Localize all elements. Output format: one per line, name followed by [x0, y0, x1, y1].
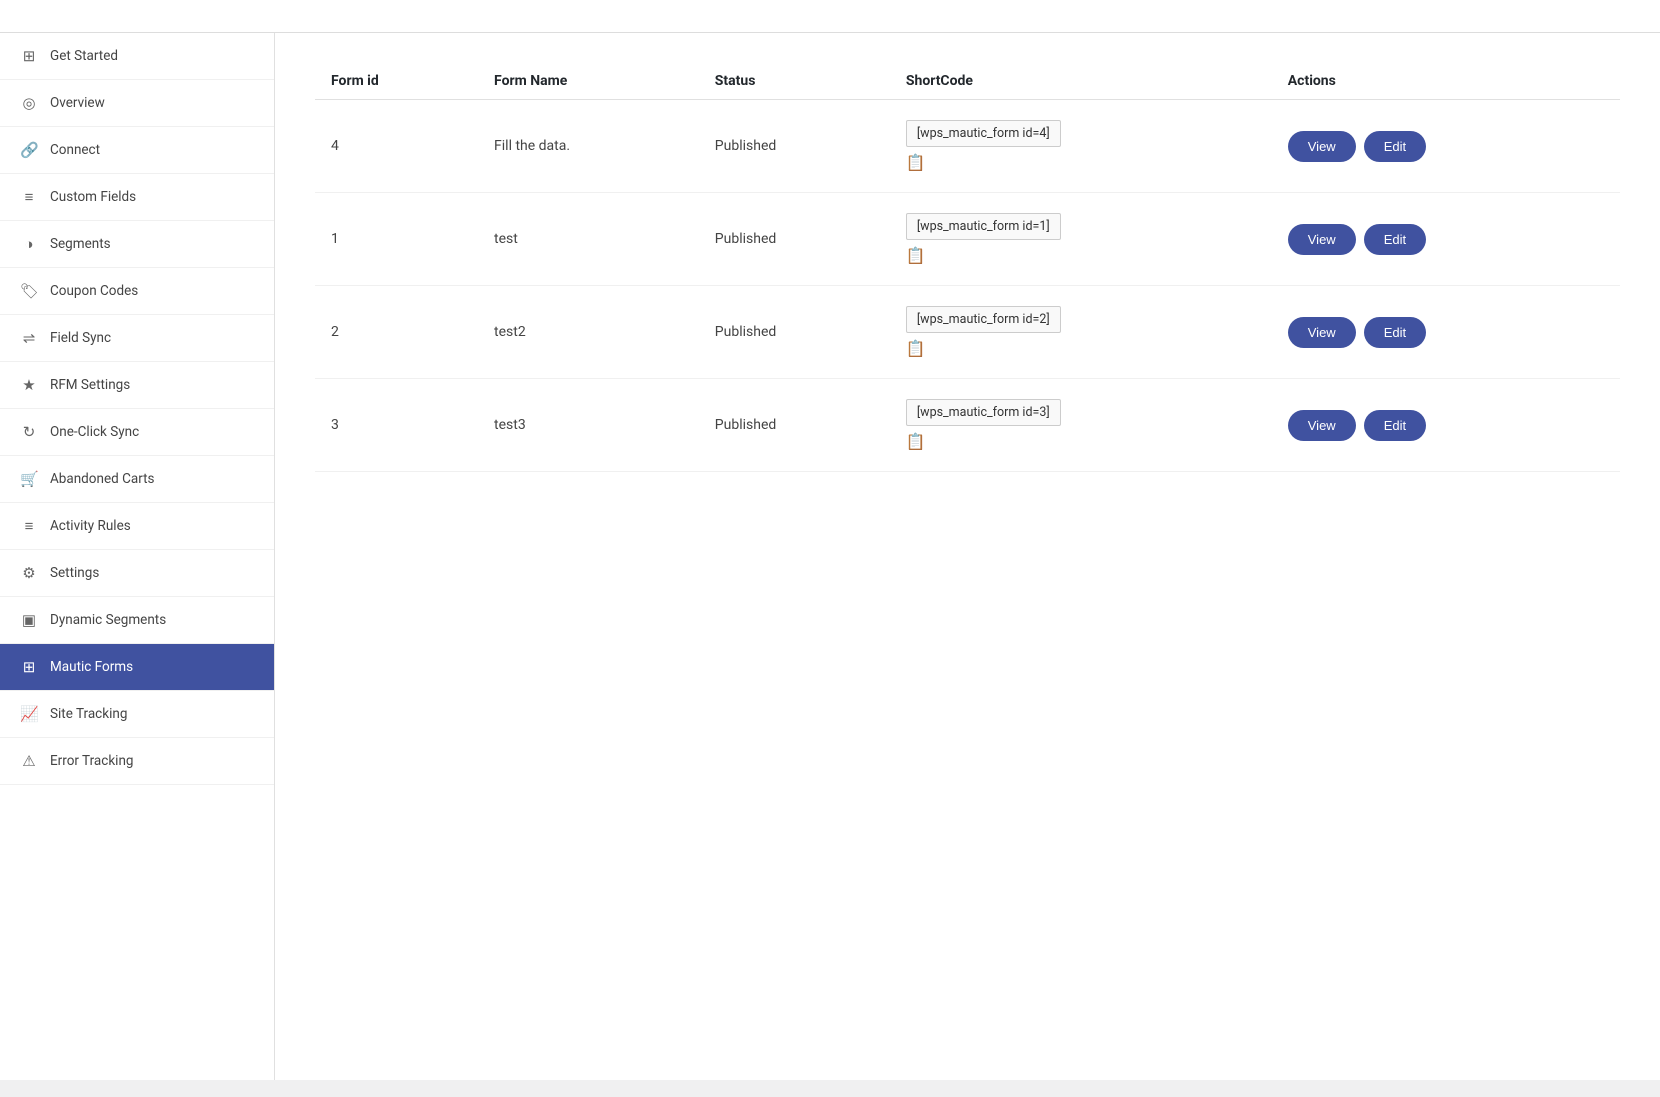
table-body: 4Fill the data.Published[wps_mautic_form… — [315, 100, 1620, 472]
table-row: 3test3Published [wps_mautic_form id=3] 📋 Vi… — [315, 379, 1620, 472]
sidebar-item-activity-rules[interactable]: ≡ Activity Rules — [0, 503, 274, 550]
col-header-shortcode: ShortCode — [890, 63, 1272, 100]
sidebar-label-one-click-sync: One-Click Sync — [50, 424, 139, 440]
sidebar-item-mautic-forms[interactable]: ⊞ Mautic Forms — [0, 644, 274, 691]
sidebar-label-segments: Segments — [50, 236, 111, 252]
sidebar-label-activity-rules: Activity Rules — [50, 518, 131, 534]
rfm-settings-icon: ★ — [20, 376, 38, 394]
form-status-cell: Published — [699, 286, 890, 379]
view-button[interactable]: View — [1288, 224, 1356, 255]
form-status-cell: Published — [699, 193, 890, 286]
site-tracking-icon: 📈 — [20, 705, 38, 723]
sidebar-item-one-click-sync[interactable]: ↻ One-Click Sync — [0, 409, 274, 456]
form-id-cell: 4 — [315, 100, 478, 193]
sidebar-item-connect[interactable]: 🔗 Connect — [0, 127, 274, 174]
sidebar-label-rfm-settings: RFM Settings — [50, 377, 130, 393]
custom-fields-icon: ≡ — [20, 188, 38, 206]
form-id-cell: 3 — [315, 379, 478, 472]
sidebar-label-coupon-codes: Coupon Codes — [50, 283, 138, 299]
view-button[interactable]: View — [1288, 131, 1356, 162]
sidebar-item-overview[interactable]: ◎ Overview — [0, 80, 274, 127]
table-row: 4Fill the data.Published[wps_mautic_form… — [315, 100, 1620, 193]
form-actions-cell: View Edit — [1272, 379, 1620, 472]
form-shortcode-cell: [wps_mautic_form id=3] 📋 — [890, 379, 1272, 472]
col-header-actions: Actions — [1272, 63, 1620, 100]
connect-icon: 🔗 — [20, 141, 38, 159]
activity-rules-icon: ≡ — [20, 517, 38, 535]
sidebar-item-field-sync[interactable]: ⇌ Field Sync — [0, 315, 274, 362]
sidebar-label-site-tracking: Site Tracking — [50, 706, 127, 722]
app-header — [0, 0, 1660, 33]
forms-table: Form idForm NameStatusShortCodeActions 4… — [315, 63, 1620, 472]
sidebar-item-site-tracking[interactable]: 📈 Site Tracking — [0, 691, 274, 738]
table-row: 2test2Published [wps_mautic_form id=2] 📋 Vi… — [315, 286, 1620, 379]
shortcode-value: [wps_mautic_form id=1] — [906, 213, 1061, 240]
col-header-status: Status — [699, 63, 890, 100]
view-button[interactable]: View — [1288, 410, 1356, 441]
sidebar-item-abandoned-carts[interactable]: 🛒 Abandoned Carts — [0, 456, 274, 503]
form-shortcode-cell: [wps_mautic_form id=4] 📋 — [890, 100, 1272, 193]
edit-button[interactable]: Edit — [1364, 224, 1426, 255]
error-tracking-icon: ⚠ — [20, 752, 38, 770]
mautic-forms-icon: ⊞ — [20, 658, 38, 676]
sidebar-label-abandoned-carts: Abandoned Carts — [50, 471, 155, 487]
sidebar-label-error-tracking: Error Tracking — [50, 753, 134, 769]
view-button[interactable]: View — [1288, 317, 1356, 348]
form-shortcode-cell: [wps_mautic_form id=2] 📋 — [890, 286, 1272, 379]
sidebar-label-connect: Connect — [50, 142, 100, 158]
form-id-cell: 1 — [315, 193, 478, 286]
abandoned-carts-icon: 🛒 — [20, 470, 38, 488]
sidebar-label-settings: Settings — [50, 565, 99, 581]
shortcode-value: [wps_mautic_form id=2] — [906, 306, 1061, 333]
sidebar-label-dynamic-segments: Dynamic Segments — [50, 612, 166, 628]
main-content: Form idForm NameStatusShortCodeActions 4… — [275, 33, 1660, 1080]
sidebar: ⊞ Get Started ◎ Overview 🔗 Connect ≡ Custom Fie… — [0, 33, 275, 1080]
table-row: 1testPublished [wps_mautic_form id=1] 📋 Vie… — [315, 193, 1620, 286]
sidebar-label-mautic-forms: Mautic Forms — [50, 659, 133, 675]
shortcode-value: [wps_mautic_form id=4] — [906, 120, 1061, 147]
sidebar-label-field-sync: Field Sync — [50, 330, 111, 346]
one-click-sync-icon: ↻ — [20, 423, 38, 441]
shortcode-value: [wps_mautic_form id=3] — [906, 399, 1061, 426]
col-header-form-id: Form id — [315, 63, 478, 100]
settings-icon: ⚙ — [20, 564, 38, 582]
form-name-cell: test3 — [478, 379, 699, 472]
form-shortcode-cell: [wps_mautic_form id=1] 📋 — [890, 193, 1272, 286]
form-name-cell: test — [478, 193, 699, 286]
form-name-cell: test2 — [478, 286, 699, 379]
sidebar-item-custom-fields[interactable]: ≡ Custom Fields — [0, 174, 274, 221]
sidebar-item-coupon-codes[interactable]: 🏷 Coupon Codes — [0, 268, 274, 315]
copy-shortcode-icon[interactable]: 📋 — [906, 432, 926, 451]
edit-button[interactable]: Edit — [1364, 410, 1426, 441]
form-actions-cell: View Edit — [1272, 193, 1620, 286]
dynamic-segments-icon: ▣ — [20, 611, 38, 629]
sidebar-item-get-started[interactable]: ⊞ Get Started — [0, 33, 274, 80]
form-status-cell: Published — [699, 379, 890, 472]
sidebar-item-rfm-settings[interactable]: ★ RFM Settings — [0, 362, 274, 409]
sidebar-label-overview: Overview — [50, 95, 105, 111]
sidebar-label-custom-fields: Custom Fields — [50, 189, 136, 205]
sidebar-item-dynamic-segments[interactable]: ▣ Dynamic Segments — [0, 597, 274, 644]
sidebar-label-get-started: Get Started — [50, 48, 118, 64]
form-status-cell: Published — [699, 100, 890, 193]
segments-icon: ◑ — [20, 235, 38, 253]
sidebar-item-error-tracking[interactable]: ⚠ Error Tracking — [0, 738, 274, 785]
form-id-cell: 2 — [315, 286, 478, 379]
sidebar-item-settings[interactable]: ⚙ Settings — [0, 550, 274, 597]
copy-shortcode-icon[interactable]: 📋 — [906, 246, 926, 265]
copy-shortcode-icon[interactable]: 📋 — [906, 153, 926, 172]
table-header-row: Form idForm NameStatusShortCodeActions — [315, 63, 1620, 100]
get-started-icon: ⊞ — [20, 47, 38, 65]
edit-button[interactable]: Edit — [1364, 317, 1426, 348]
edit-button[interactable]: Edit — [1364, 131, 1426, 162]
field-sync-icon: ⇌ — [20, 329, 38, 347]
form-actions-cell: View Edit — [1272, 286, 1620, 379]
copy-shortcode-icon[interactable]: 📋 — [906, 339, 926, 358]
coupon-codes-icon: 🏷 — [20, 282, 38, 300]
sidebar-item-segments[interactable]: ◑ Segments — [0, 221, 274, 268]
form-name-cell: Fill the data. — [478, 100, 699, 193]
form-actions-cell: View Edit — [1272, 100, 1620, 193]
overview-icon: ◎ — [20, 94, 38, 112]
col-header-form-name: Form Name — [478, 63, 699, 100]
